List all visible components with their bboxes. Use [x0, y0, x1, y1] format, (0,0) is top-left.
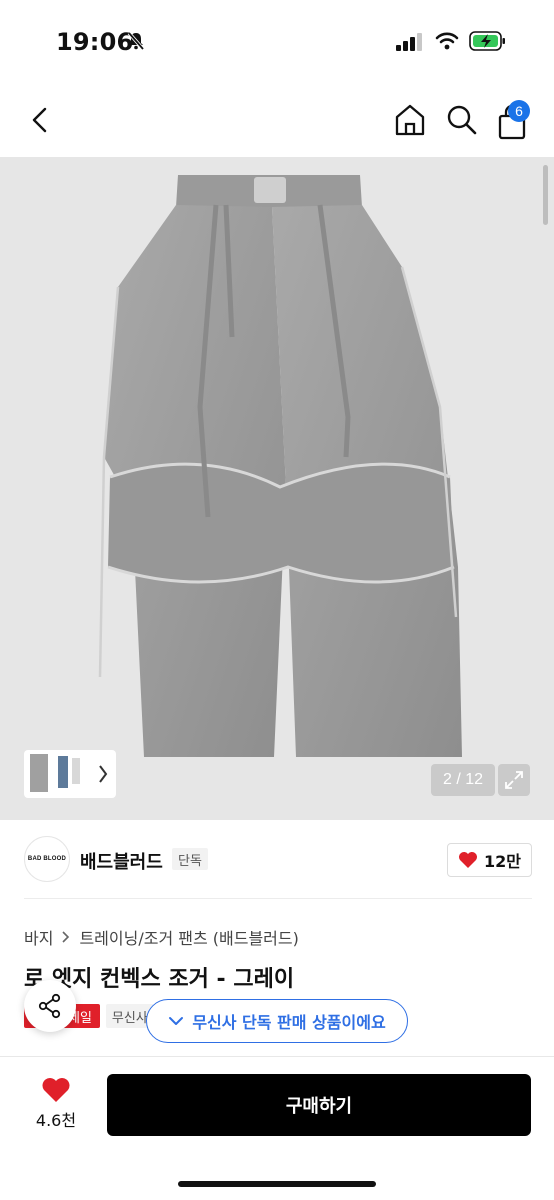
heart-icon [42, 1078, 70, 1102]
share-icon [38, 993, 61, 1019]
exclusive-toast: 무신사 단독 판매 상품이에요 [146, 999, 408, 1043]
wishlist-count: 4.6천 [35, 1111, 77, 1130]
status-bar: 19:06 [0, 0, 554, 80]
signal-icon [396, 33, 422, 51]
product-image-gallery[interactable]: 2 / 12 [0, 157, 554, 820]
scroll-indicator [543, 165, 548, 225]
buy-button[interactable]: 구매하기 [107, 1074, 531, 1136]
expand-icon[interactable] [498, 764, 530, 796]
status-time: 19:06 [56, 28, 134, 56]
exclusive-tag: 단독 [172, 848, 208, 870]
brand-like-button[interactable]: 12만 [447, 843, 532, 877]
search-icon[interactable] [444, 102, 480, 138]
heart-icon [459, 852, 477, 868]
battery-icon [469, 31, 505, 51]
thumbnail-strip[interactable] [24, 750, 116, 798]
category-path-link[interactable]: 트레이닝/조거 팬츠 (배드블러드) [79, 925, 298, 949]
brand-logo[interactable]: BAD BLOOD [24, 836, 70, 882]
product-photo [98, 175, 462, 757]
share-button[interactable] [24, 980, 76, 1032]
bottom-action-bar: 4.6천 구매하기 [0, 1056, 554, 1200]
brand-row: BAD BLOOD 배드블러드 단독 12만 [24, 836, 532, 884]
cart-count-badge: 6 [508, 100, 530, 122]
chevron-right-icon [62, 931, 70, 943]
back-arrow-icon[interactable] [24, 104, 56, 136]
wishlist-button[interactable]: 4.6천 [24, 1077, 88, 1141]
image-counter: 2 / 12 [431, 764, 495, 796]
divider [24, 898, 532, 899]
brand-like-count: 12만 [484, 852, 521, 871]
bell-muted-icon [127, 31, 145, 51]
top-nav [0, 90, 554, 150]
home-indicator [178, 1181, 376, 1187]
toast-text: 무신사 단독 판매 상품이에요 [192, 1013, 386, 1032]
check-icon [169, 1017, 184, 1025]
home-icon[interactable] [392, 102, 428, 138]
brand-name[interactable]: 배드블러드 [80, 848, 163, 874]
breadcrumb: 바지 트레이닝/조거 팬츠 (배드블러드) [24, 925, 299, 949]
wifi-icon [435, 32, 459, 50]
category-root-link[interactable]: 바지 [24, 925, 53, 949]
